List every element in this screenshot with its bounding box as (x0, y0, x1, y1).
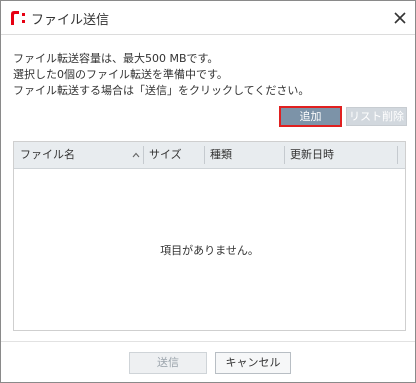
column-header-type[interactable]: 種類 (210, 142, 232, 168)
capacity-message: ファイル転送容量は、最大500 MBです。 (13, 52, 219, 65)
column-divider[interactable] (204, 146, 205, 164)
empty-list-message: 項目がありません。 (160, 244, 259, 257)
title-bar: ファイル送信 (1, 1, 415, 35)
send-button[interactable]: 送信 (129, 352, 207, 374)
sort-asc-icon[interactable] (132, 152, 140, 158)
column-header-modified[interactable]: 更新日時 (290, 142, 334, 168)
column-divider[interactable] (397, 146, 398, 164)
brand-logo-icon (11, 11, 25, 25)
column-divider[interactable] (143, 146, 144, 164)
file-send-dialog: ファイル送信 ファイル転送容量は、最大500 MBです。 選択した0個のファイル… (0, 0, 416, 383)
preparing-message: 選択した0個のファイル転送を準備中です。 (13, 68, 228, 81)
close-icon[interactable] (394, 12, 406, 24)
column-header-size[interactable]: サイズ (149, 142, 182, 168)
remove-list-button[interactable]: リスト削除 (346, 107, 407, 126)
file-list-table: ファイル名 サイズ 種類 更新日時 項目がありません。 (13, 141, 406, 331)
add-button[interactable]: 追加 (279, 106, 342, 127)
cancel-button[interactable]: キャンセル (215, 352, 291, 374)
column-header-filename[interactable]: ファイル名 (20, 142, 75, 168)
remove-list-button-label: リスト削除 (349, 110, 404, 123)
dialog-footer: 送信 キャンセル (1, 341, 415, 383)
send-button-label: 送信 (157, 356, 179, 369)
cancel-button-label: キャンセル (225, 356, 281, 369)
instruction-message: ファイル転送する場合は「送信」をクリックしてください。 (13, 84, 310, 97)
dialog-title: ファイル送信 (31, 13, 110, 28)
column-divider[interactable] (284, 146, 285, 164)
table-header: ファイル名 サイズ 種類 更新日時 (14, 142, 405, 169)
add-button-label: 追加 (299, 110, 322, 123)
